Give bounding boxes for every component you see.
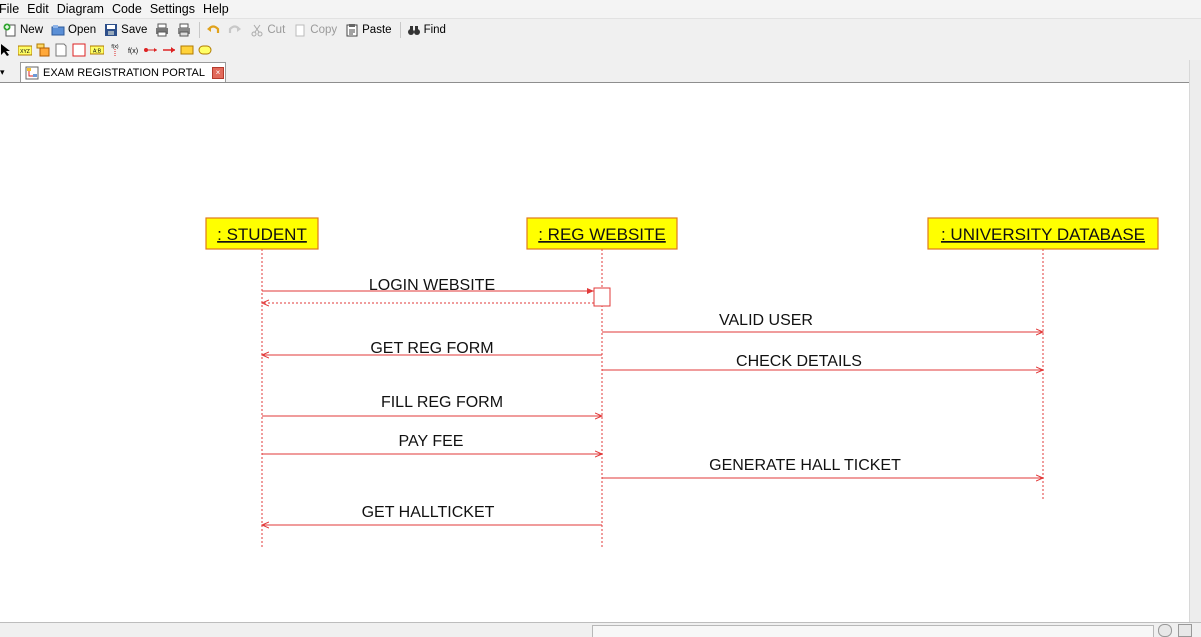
- print-preview-button[interactable]: [174, 20, 196, 40]
- print-preview-icon: [178, 23, 191, 37]
- pointer-icon[interactable]: [0, 43, 14, 57]
- toolbar-separator: [399, 22, 401, 38]
- svg-text:A:B: A:B: [93, 49, 102, 55]
- lifeline-label-university-database: : UNIVERSITY DATABASE: [941, 225, 1145, 244]
- redo-button[interactable]: [225, 20, 247, 40]
- menu-help[interactable]: Help: [199, 0, 233, 18]
- vertical-scrollbar[interactable]: [1189, 60, 1201, 622]
- cut-label: Cut: [267, 24, 286, 36]
- document-tab-bar: ▾ EXAM REGISTRATION PORTAL ×: [0, 60, 1189, 83]
- print-button[interactable]: [152, 20, 174, 40]
- message-generate-hall-ticket[interactable]: GENERATE HALL TICKET: [602, 457, 1043, 478]
- cut-button[interactable]: Cut: [247, 20, 290, 40]
- paste-label: Paste: [362, 24, 392, 36]
- message-get-hallticket[interactable]: GET HALLTICKET: [262, 504, 602, 525]
- object-ab-icon[interactable]: A:B: [90, 43, 104, 57]
- copy-button[interactable]: Copy: [290, 20, 342, 40]
- rounded-rectangle-icon[interactable]: [198, 43, 212, 57]
- find-button[interactable]: Find: [404, 20, 451, 40]
- message-label: GET REG FORM: [370, 340, 493, 357]
- print-icon: [156, 23, 169, 37]
- zoom-in-icon[interactable]: [1158, 624, 1172, 637]
- paste-icon: [346, 24, 358, 37]
- message-label: PAY FEE: [399, 433, 464, 450]
- save-label: Save: [121, 24, 148, 36]
- message-fill-reg-form[interactable]: FILL REG FORM: [262, 394, 602, 416]
- lifeline-label-student: : STUDENT: [217, 225, 307, 244]
- lifeline-head-reg-website[interactable]: : REG WEBSITE: [526, 217, 678, 250]
- message-arrow-icon[interactable]: [162, 43, 176, 57]
- copy-icon: [295, 24, 305, 37]
- save-icon: [105, 24, 118, 36]
- menu-edit[interactable]: Edit: [23, 0, 53, 18]
- message-label: LOGIN WEBSITE: [369, 277, 495, 294]
- package-icon[interactable]: [36, 43, 50, 57]
- message-label: GENERATE HALL TICKET: [709, 457, 901, 474]
- scissors-icon: [251, 24, 263, 37]
- new-button[interactable]: New: [0, 20, 48, 40]
- message-label: CHECK DETAILS: [736, 353, 862, 370]
- binoculars-icon: [407, 26, 420, 35]
- lifeline-icon[interactable]: f(x): [108, 43, 122, 57]
- lifeline-head-university-database[interactable]: : UNIVERSITY DATABASE: [927, 217, 1159, 250]
- message-dot-icon[interactable]: [144, 43, 158, 57]
- tab-exam-registration-portal[interactable]: EXAM REGISTRATION PORTAL ×: [20, 62, 226, 82]
- menu-code[interactable]: Code: [108, 0, 146, 18]
- class-xyz-icon[interactable]: XYZ: [18, 43, 32, 57]
- rectangle-icon[interactable]: [180, 43, 194, 57]
- toolbar-separator: [199, 22, 201, 38]
- open-label: Open: [68, 24, 97, 36]
- message-label: GET HALLTICKET: [362, 504, 495, 521]
- frame-icon[interactable]: [72, 43, 86, 57]
- diagram-icon: [25, 66, 39, 79]
- message-pay-fee[interactable]: PAY FEE: [262, 433, 602, 454]
- new-label: New: [20, 24, 44, 36]
- close-tab-icon[interactable]: ×: [211, 66, 224, 79]
- undo-button[interactable]: [203, 20, 225, 40]
- note-icon[interactable]: [54, 43, 68, 57]
- lifeline-head-student[interactable]: : STUDENT: [205, 217, 319, 250]
- find-label: Find: [423, 24, 446, 36]
- copy-label: Copy: [310, 24, 338, 36]
- menu-diagram[interactable]: Diagram: [53, 0, 108, 18]
- redo-icon: [229, 25, 242, 33]
- diagram-canvas[interactable]: : STUDENT : REG WEBSITE : UNIVERSITY DAT…: [0, 83, 1189, 622]
- status-bar: [0, 622, 1201, 637]
- paste-button[interactable]: Paste: [342, 20, 396, 40]
- diagram-palette: XYZ A:B f(x) f(x): [0, 40, 1201, 60]
- save-button[interactable]: Save: [101, 20, 152, 40]
- function-call-icon[interactable]: f(x): [126, 43, 140, 57]
- tab-list-dropdown-icon[interactable]: ▾: [0, 63, 14, 79]
- new-icon: [3, 23, 16, 37]
- sequence-diagram: : STUDENT : REG WEBSITE : UNIVERSITY DAT…: [205, 217, 1159, 548]
- activation-box[interactable]: [593, 287, 611, 307]
- message-get-reg-form[interactable]: GET REG FORM: [262, 340, 602, 357]
- message-login-website[interactable]: LOGIN WEBSITE: [262, 277, 594, 303]
- svg-text:f(x): f(x): [128, 48, 138, 55]
- status-panel: [592, 625, 1154, 637]
- open-button[interactable]: Open: [48, 20, 101, 40]
- open-icon: [51, 25, 65, 36]
- menu-file[interactable]: File: [0, 0, 23, 18]
- message-label: FILL REG FORM: [381, 394, 503, 411]
- undo-icon: [207, 25, 220, 33]
- zoom-out-icon[interactable]: [1178, 624, 1192, 637]
- message-valid-user[interactable]: VALID USER: [602, 312, 1043, 332]
- svg-text:XYZ: XYZ: [20, 49, 30, 55]
- menu-bar: File Edit Diagram Code Settings Help: [0, 0, 1201, 18]
- lifeline-label-reg-website: : REG WEBSITE: [538, 225, 666, 244]
- main-toolbar: New Open Save Cut Copy Paste Find: [0, 18, 1201, 41]
- menu-settings[interactable]: Settings: [146, 0, 199, 18]
- tab-label: EXAM REGISTRATION PORTAL: [43, 66, 205, 79]
- message-check-details[interactable]: CHECK DETAILS: [602, 353, 1043, 370]
- message-label: VALID USER: [719, 312, 813, 329]
